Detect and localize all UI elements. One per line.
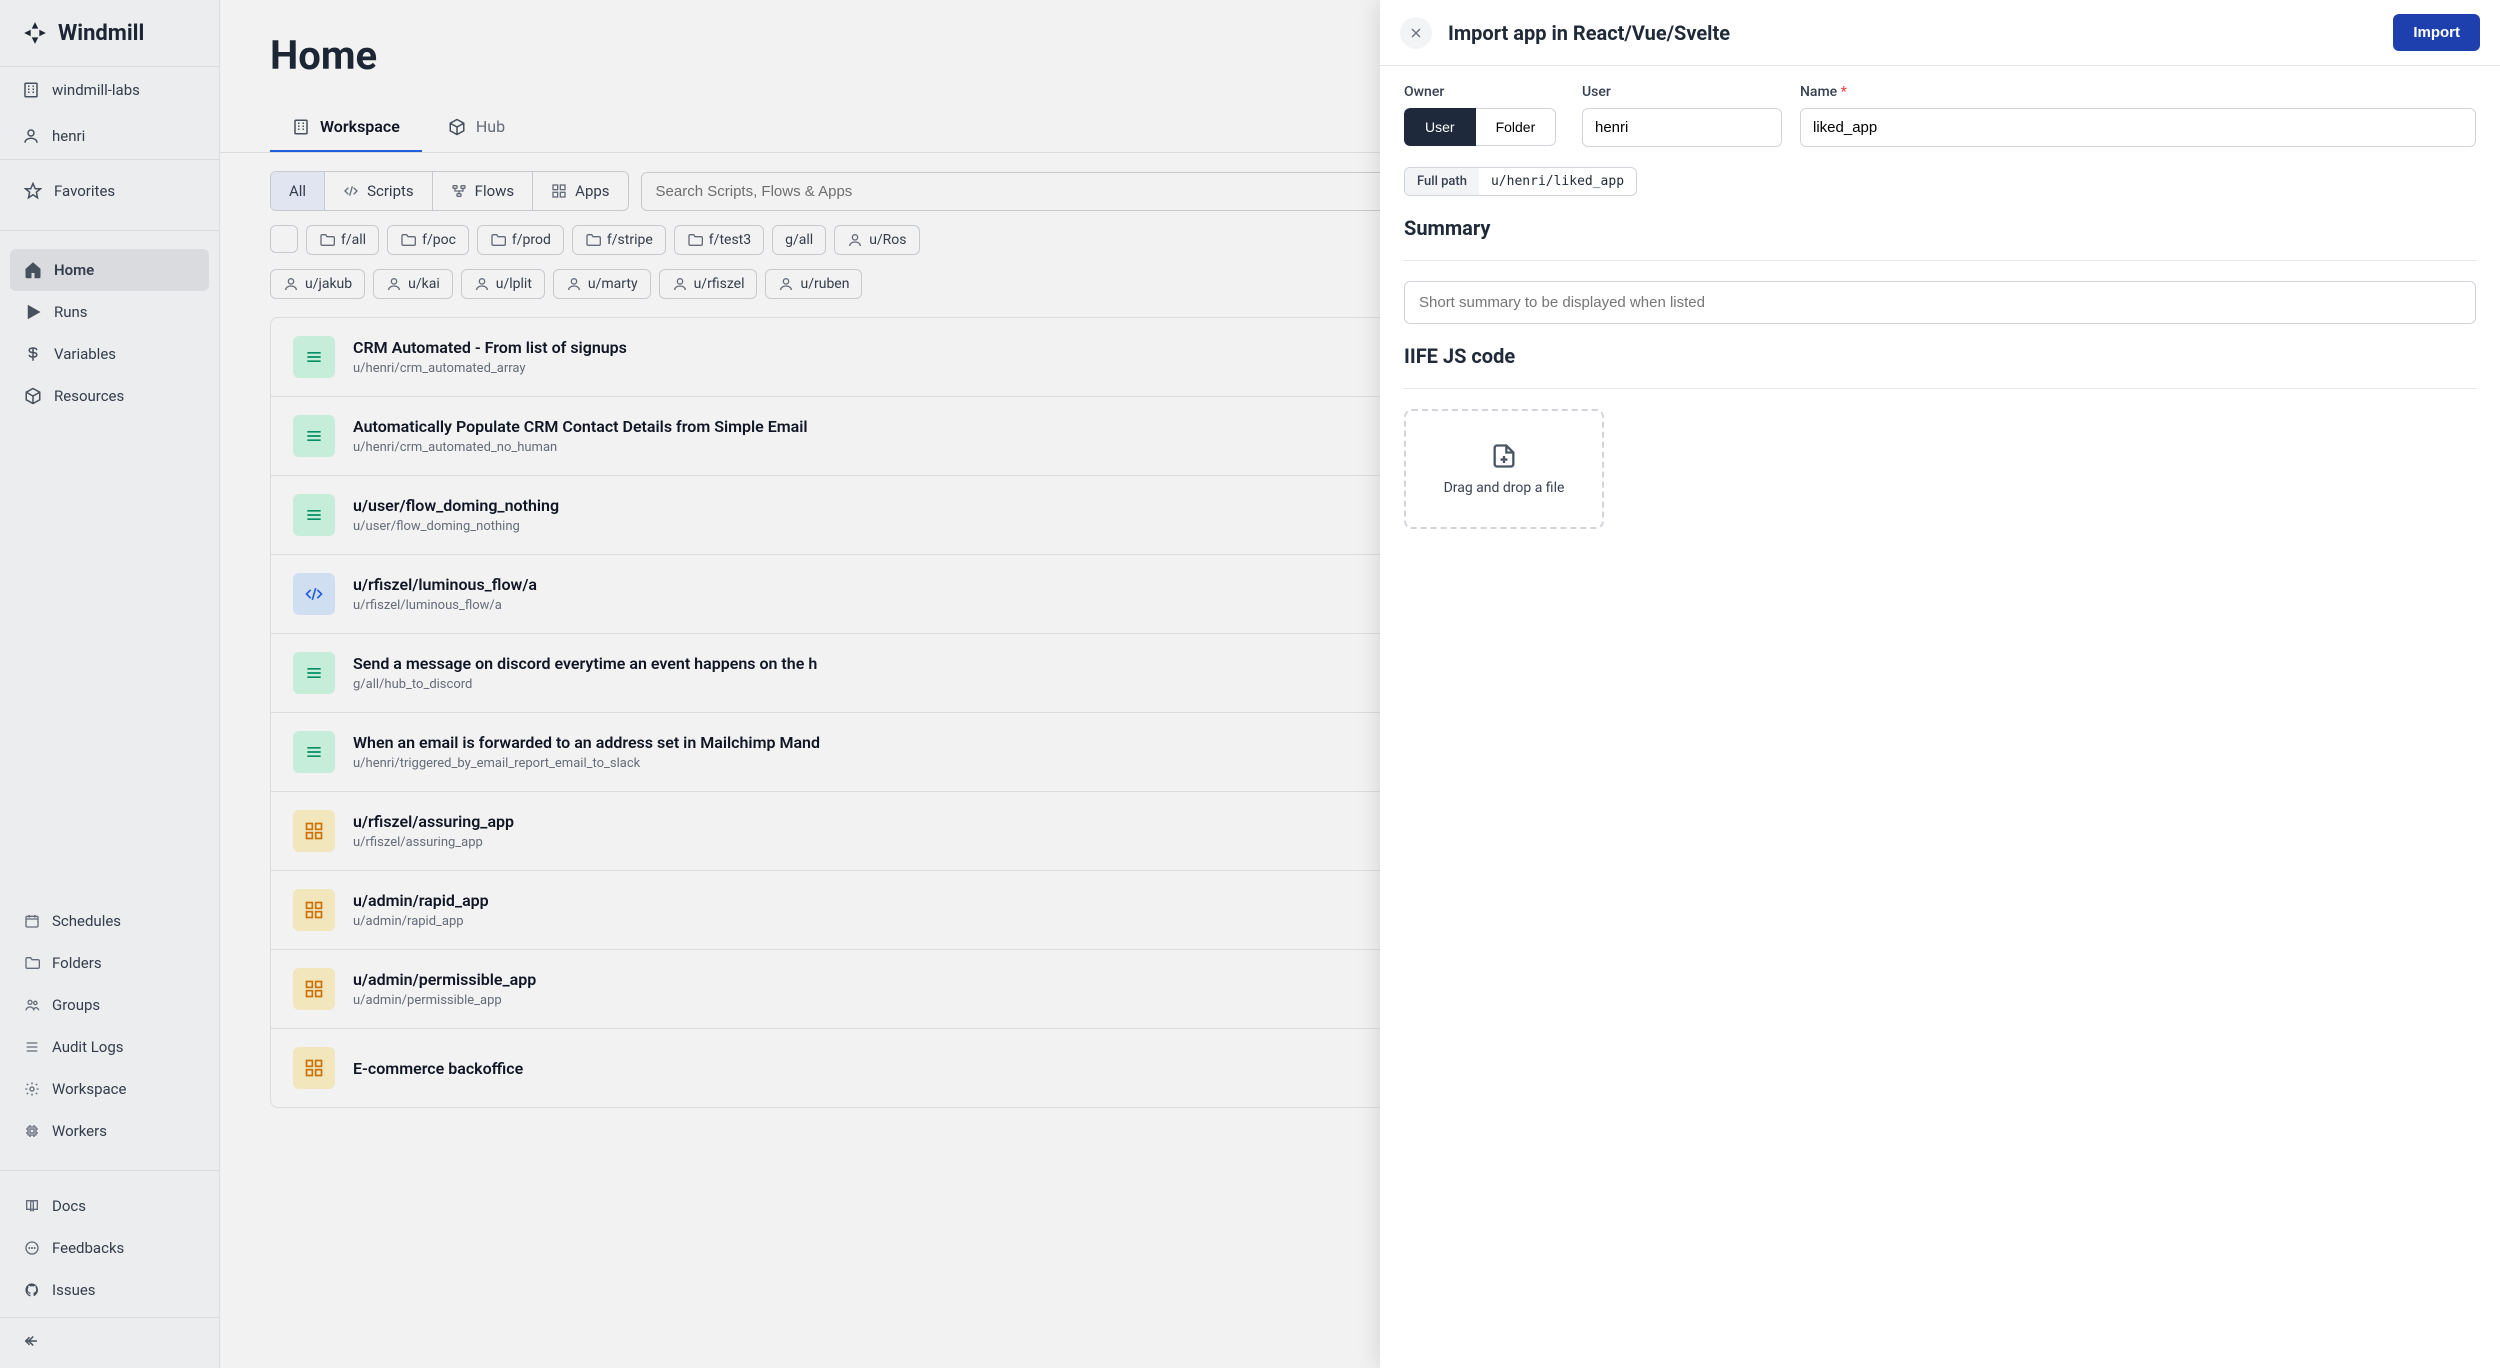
- import-drawer: Import app in React/Vue/Svelte Import Ow…: [1380, 0, 2500, 1368]
- file-plus-icon: [1490, 442, 1518, 470]
- owner-folder-btn[interactable]: Folder: [1476, 108, 1557, 146]
- owner-toggle: User Folder: [1404, 108, 1564, 146]
- name-input[interactable]: [1800, 108, 2476, 147]
- name-label: Name *: [1800, 84, 2476, 100]
- file-dropzone[interactable]: Drag and drop a file: [1404, 409, 1604, 529]
- dropzone-text: Drag and drop a file: [1444, 480, 1565, 496]
- summary-section-title: Summary: [1404, 216, 2476, 240]
- drawer-body: Owner User Folder User Name * Full path: [1380, 66, 2500, 547]
- owner-user-btn[interactable]: User: [1404, 108, 1476, 146]
- full-path-label: Full path: [1405, 168, 1479, 195]
- close-icon: [1408, 25, 1424, 41]
- user-input[interactable]: [1582, 108, 1782, 147]
- full-path-badge: Full path u/henri/liked_app: [1404, 167, 1637, 196]
- owner-label: Owner: [1404, 84, 1564, 100]
- import-button[interactable]: Import: [2393, 14, 2480, 51]
- user-label: User: [1582, 84, 1782, 100]
- owner-row: Owner User Folder User Name *: [1404, 84, 2476, 147]
- code-section-title: IIFE JS code: [1404, 344, 2476, 368]
- full-path-value: u/henri/liked_app: [1479, 168, 1636, 195]
- drawer-header: Import app in React/Vue/Svelte Import: [1380, 0, 2500, 66]
- close-button[interactable]: [1400, 17, 1432, 49]
- drawer-title: Import app in React/Vue/Svelte: [1448, 21, 2377, 45]
- summary-input[interactable]: [1404, 281, 2476, 324]
